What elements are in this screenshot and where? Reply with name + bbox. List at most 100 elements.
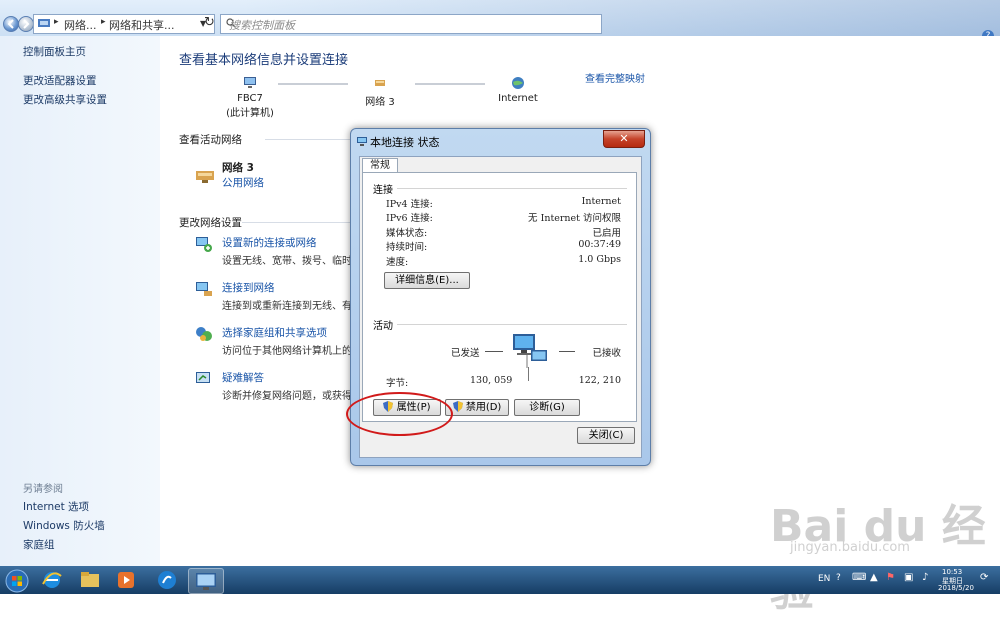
volume-icon[interactable]: ♪ <box>922 572 928 583</box>
breadcrumb[interactable]: ▸ 网络... ▸ 网络和共享... ▼ <box>33 14 215 34</box>
divider <box>397 188 627 189</box>
keyboard-icon[interactable]: ⌨ <box>852 572 866 583</box>
divider <box>528 367 529 381</box>
active-network-type-link[interactable]: 公用网络 <box>222 175 264 190</box>
sidebar-item-control-panel-home[interactable]: 控制面板主页 <box>23 44 86 59</box>
active-network-name: 网络 3 <box>222 162 254 174</box>
language-indicator[interactable]: EN <box>818 574 830 584</box>
map-node-computer-name: FBC7 <box>237 93 263 104</box>
sidebar-item-adapter-settings[interactable]: 更改适配器设置 <box>23 73 97 88</box>
back-arrow-icon <box>7 19 14 29</box>
connect-network-icon <box>196 282 212 296</box>
taskbar-media-button[interactable] <box>114 568 142 592</box>
back-button[interactable] <box>3 16 19 32</box>
activity-group-heading: 活动 <box>373 321 393 332</box>
page-title: 查看基本网络信息并设置连接 <box>179 53 349 68</box>
search-input[interactable]: 搜索控制面板 <box>220 14 602 34</box>
clock-date: 2018/5/20 <box>938 584 974 592</box>
help-icon[interactable]: ? <box>836 573 841 583</box>
map-node-internet[interactable]: Internet <box>488 76 548 104</box>
refresh-icon[interactable]: ↻ <box>204 16 218 30</box>
network-tray-icon[interactable]: ▣ <box>904 572 913 583</box>
duration-label: 持续时间: <box>386 242 428 253</box>
search-placeholder: 搜索控制面板 <box>229 19 295 32</box>
taskbar-explorer-button[interactable] <box>78 568 106 592</box>
media-state-value: 已启用 <box>592 228 621 239</box>
map-node-computer[interactable]: FBC7 (此计算机) <box>220 76 280 119</box>
watermark-url: jingyan.baidu.com <box>790 540 910 555</box>
start-button[interactable] <box>4 568 32 593</box>
disable-button-label: 禁用(D) <box>465 402 502 413</box>
task-new-connection-link[interactable]: 设置新的连接或网络 <box>222 235 317 250</box>
see-also-heading: 另请参阅 <box>23 484 63 495</box>
network-folder-icon <box>38 19 50 27</box>
media-player-icon <box>118 572 134 588</box>
troubleshoot-icon <box>196 372 210 383</box>
globe-icon <box>512 77 524 89</box>
tab-general[interactable]: 常规 <box>362 158 398 173</box>
folder-icon <box>81 572 99 587</box>
task-desc-clip: 设置无线、宽带、拨号、临时 <box>222 252 358 266</box>
received-bytes-value: 122, 210 <box>578 375 621 386</box>
annotation-circle <box>346 392 453 436</box>
control-panel-icon <box>196 573 216 590</box>
disable-button[interactable]: 禁用(D) <box>445 399 509 416</box>
speed-label: 速度: <box>386 257 409 268</box>
ipv4-value: Internet <box>581 196 621 207</box>
sidebar-item-internet-options[interactable]: Internet 选项 <box>23 499 89 514</box>
taskbar-control-panel-button[interactable] <box>188 568 224 594</box>
speed-value: 1.0 Gbps <box>578 254 621 265</box>
sidebar-item-advanced-sharing[interactable]: 更改高级共享设置 <box>23 92 107 107</box>
details-button[interactable]: 详细信息(E)... <box>384 272 470 289</box>
task-troubleshoot-desc: 诊断并修复网络问题，或获得 <box>222 391 352 401</box>
active-networks-heading: 查看活动网络 <box>179 134 242 146</box>
change-settings-heading: 更改网络设置 <box>179 217 242 229</box>
duration-value: 00:37:49 <box>578 239 621 250</box>
sidebar-item-windows-firewall[interactable]: Windows 防火墙 <box>23 518 105 533</box>
ipv6-label: IPv6 连接: <box>386 213 433 224</box>
activity-computers-icon <box>513 334 547 368</box>
dialog-title: 本地连接 状态 <box>370 136 440 149</box>
sidebar-item-homegroup[interactable]: 家庭组 <box>23 537 55 552</box>
task-desc-clip: 访问位于其他网络计算机上的 <box>222 342 362 356</box>
task-new-connection-desc: 设置无线、宽带、拨号、临时 <box>222 256 352 266</box>
map-connector <box>278 83 348 85</box>
divider <box>397 324 627 325</box>
network-icon <box>375 80 385 86</box>
network-connection-icon <box>357 137 367 146</box>
chevron-up-icon[interactable]: ▲ <box>870 572 878 583</box>
map-node-network[interactable]: 网络 3 <box>350 76 410 108</box>
show-desktop-icon[interactable]: ⟳ <box>980 572 988 583</box>
ipv6-value: 无 Internet 访问权限 <box>528 213 621 224</box>
media-state-label: 媒体状态: <box>386 228 428 239</box>
task-desc-clip: 连接到或重新连接到无线、有线 <box>222 297 358 311</box>
taskbar-app-button[interactable] <box>155 568 183 592</box>
map-node-internet-name: Internet <box>498 93 538 104</box>
task-homegroup-link[interactable]: 选择家庭组和共享选项 <box>222 325 327 340</box>
breadcrumb-item-network[interactable]: 网络... <box>64 17 97 33</box>
task-desc-clip: 诊断并修复网络问题，或获得 <box>222 387 362 401</box>
ipv4-label: IPv4 连接: <box>386 199 433 210</box>
sent-bytes-value: 130, 059 <box>470 375 513 386</box>
computer-icon <box>244 77 256 88</box>
taskbar: EN ? ⌨ ▲ ⚑ ▣ ♪ 10:53 星期日 2018/5/20 ⟳ <box>0 566 1000 594</box>
map-connector <box>415 83 485 85</box>
full-map-link[interactable]: 查看完整映射 <box>585 70 645 85</box>
breadcrumb-separator-icon: ▸ <box>54 17 59 27</box>
system-tray: EN ? ⌨ ▲ ⚑ ▣ ♪ 10:53 星期日 2018/5/20 ⟳ <box>810 566 1000 594</box>
clock-time[interactable]: 10:53 <box>942 568 962 576</box>
task-homegroup-desc: 访问位于其他网络计算机上的 <box>222 346 352 356</box>
internet-explorer-icon <box>42 572 62 588</box>
diagnose-button[interactable]: 诊断(G) <box>514 399 580 416</box>
task-connect-network-link[interactable]: 连接到网络 <box>222 280 275 295</box>
taskbar-ie-button[interactable] <box>40 568 68 592</box>
task-troubleshoot-link[interactable]: 疑难解答 <box>222 370 264 385</box>
close-button[interactable]: 关闭(C) <box>577 427 635 444</box>
received-line <box>559 351 575 352</box>
breadcrumb-item-sharing-center[interactable]: 网络和共享... <box>109 17 175 33</box>
breadcrumb-separator-icon: ▸ <box>101 17 106 27</box>
dialog-close-button[interactable]: ✕ <box>603 130 645 148</box>
flag-icon[interactable]: ⚑ <box>886 572 895 583</box>
forward-button[interactable] <box>18 16 34 32</box>
public-network-icon <box>196 171 214 183</box>
